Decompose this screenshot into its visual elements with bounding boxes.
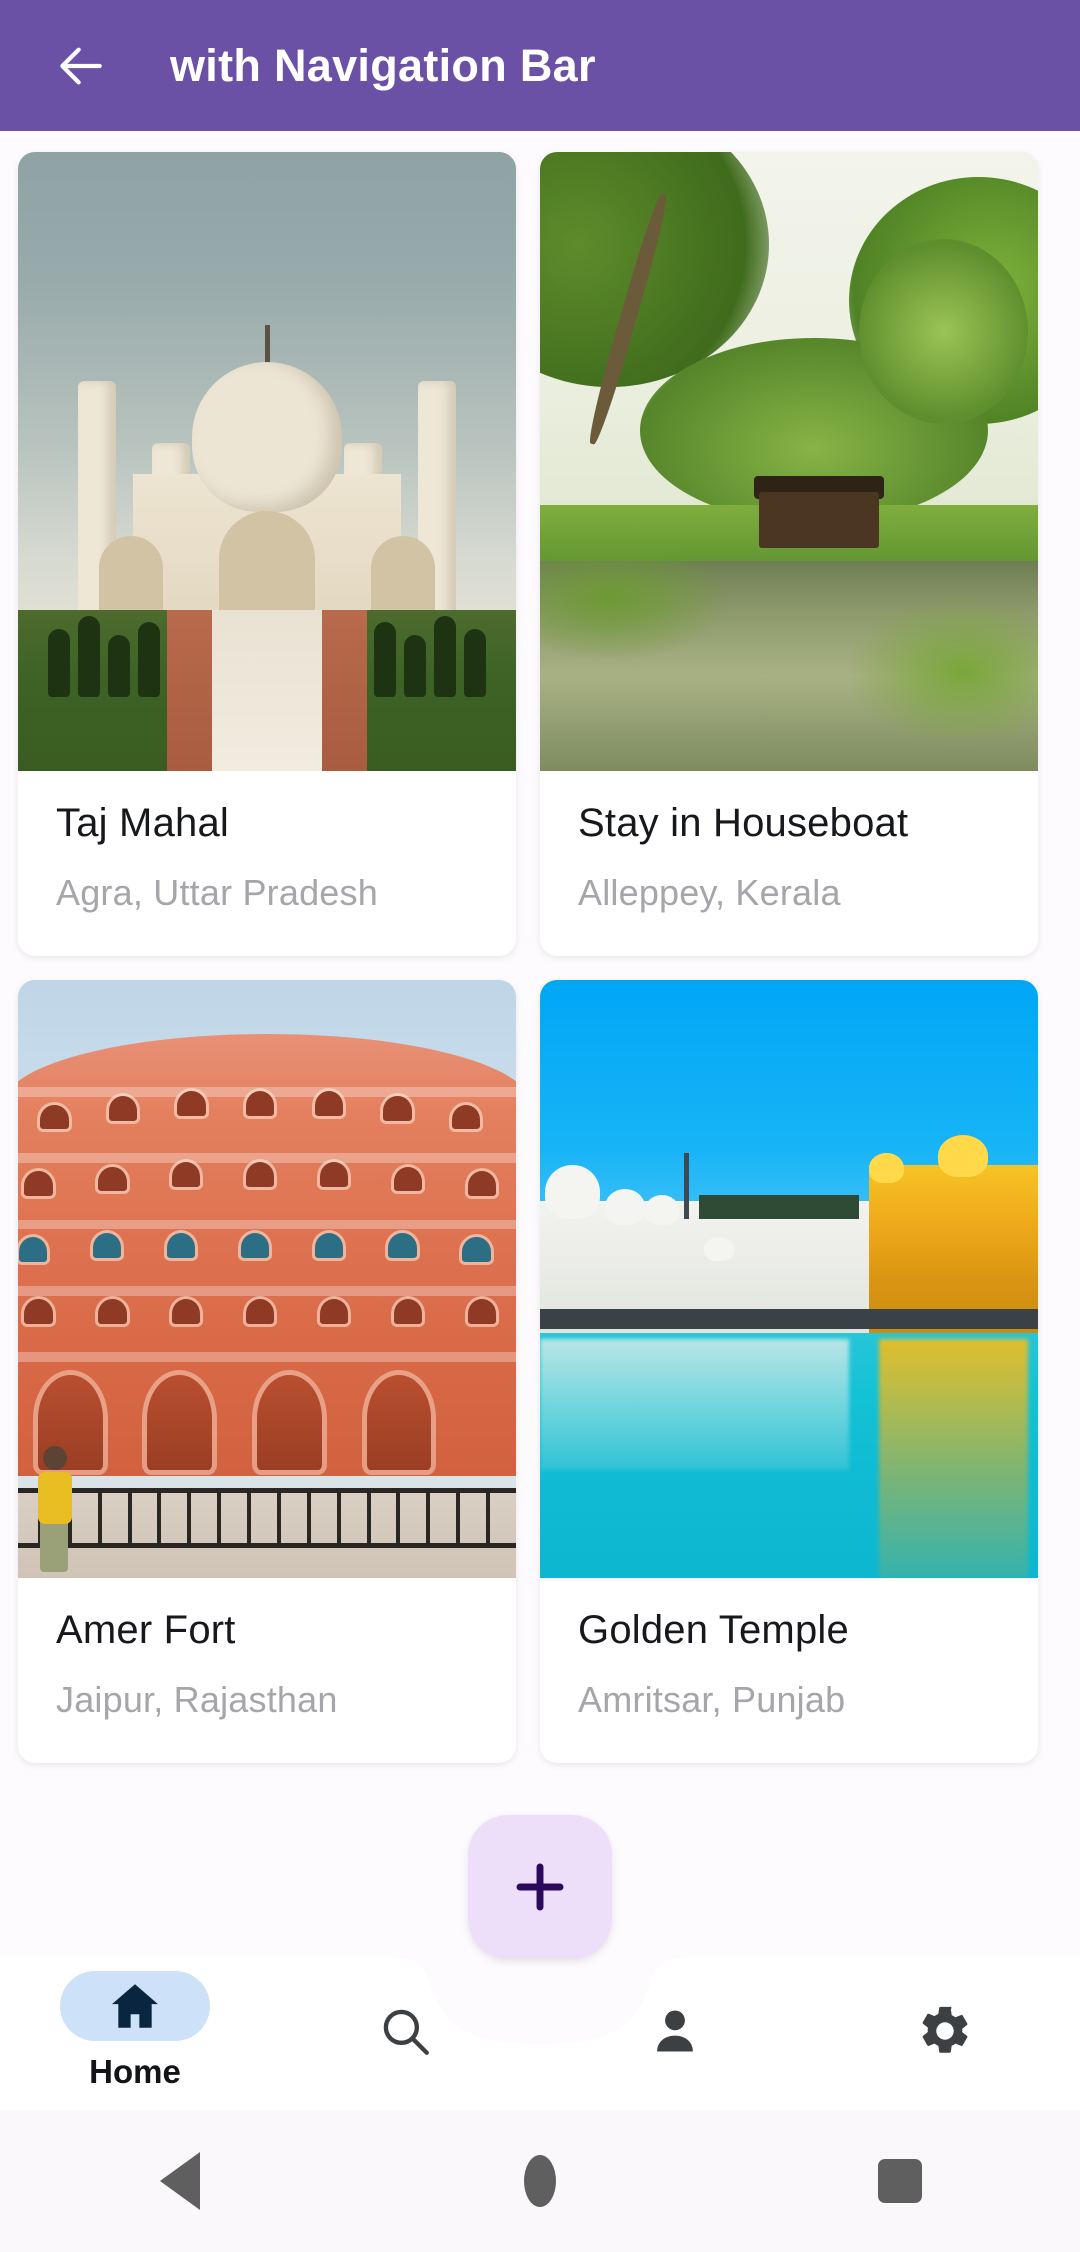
card-subtitle: Alleppey, Kerala: [578, 872, 841, 913]
nav-item-label: Home: [89, 2053, 181, 2090]
nav-item-search[interactable]: [270, 1952, 540, 2110]
nav-item-settings[interactable]: [810, 1952, 1080, 2110]
back-button[interactable]: [42, 27, 120, 105]
circle-home-icon: [524, 2155, 556, 2207]
card-body: Golden Temple Amritsar, Punjab: [540, 1578, 1038, 1763]
destination-card[interactable]: Stay in Houseboat Alleppey, Kerala: [540, 152, 1038, 956]
card-title: Amer Fort: [56, 1608, 236, 1652]
card-title: Golden Temple: [578, 1608, 849, 1652]
card-subtitle: Amritsar, Punjab: [578, 1679, 846, 1720]
person-icon: [657, 2010, 693, 2052]
app-bar: with Navigation Bar: [0, 0, 1080, 131]
kerala-houseboat-photo: [540, 152, 1038, 771]
nav-item-profile[interactable]: [540, 1952, 810, 2110]
taj-mahal-photo: [18, 152, 516, 771]
square-recents-icon: [878, 2159, 922, 2203]
triangle-back-icon: [160, 2152, 200, 2210]
system-home-button[interactable]: [480, 2121, 600, 2241]
amer-fort-photo: [18, 980, 516, 1578]
gear-icon: [922, 2006, 968, 2053]
system-back-button[interactable]: [120, 2121, 240, 2241]
system-recents-button[interactable]: [840, 2121, 960, 2241]
plus-icon: [516, 1863, 564, 1911]
arrow-left-icon: [60, 47, 102, 84]
page-title: with Navigation Bar: [170, 39, 596, 91]
bottom-navigation-bar: Home: [0, 1940, 1080, 2110]
card-subtitle: Agra, Uttar Pradesh: [56, 872, 378, 913]
golden-temple-photo: [540, 980, 1038, 1578]
search-icon: [383, 2009, 429, 2055]
card-title: Stay in Houseboat: [578, 801, 909, 845]
card-subtitle: Jaipur, Rajasthan: [56, 1679, 338, 1720]
nav-selected-pill: [60, 1971, 210, 2041]
destination-card[interactable]: Amer Fort Jaipur, Rajasthan: [18, 980, 516, 1763]
card-title: Taj Mahal: [56, 801, 229, 845]
card-body: Stay in Houseboat Alleppey, Kerala: [540, 771, 1038, 956]
destination-card[interactable]: Taj Mahal Agra, Uttar Pradesh: [18, 152, 516, 956]
card-body: Taj Mahal Agra, Uttar Pradesh: [18, 771, 516, 956]
fence: [18, 1488, 516, 1549]
destination-grid: Taj Mahal Agra, Uttar Pradesh Stay in Ho…: [0, 131, 1080, 1763]
card-body: Amer Fort Jaipur, Rajasthan: [18, 1578, 516, 1763]
add-fab-button[interactable]: [468, 1815, 612, 1959]
android-system-nav: [0, 2110, 1080, 2252]
destination-card[interactable]: Golden Temple Amritsar, Punjab: [540, 980, 1038, 1763]
home-icon: [112, 1984, 158, 2028]
nav-item-home[interactable]: Home: [0, 1952, 270, 2110]
phone-screen: with Navigation Bar Taj Mahal Agra, Utta…: [0, 0, 1080, 2252]
